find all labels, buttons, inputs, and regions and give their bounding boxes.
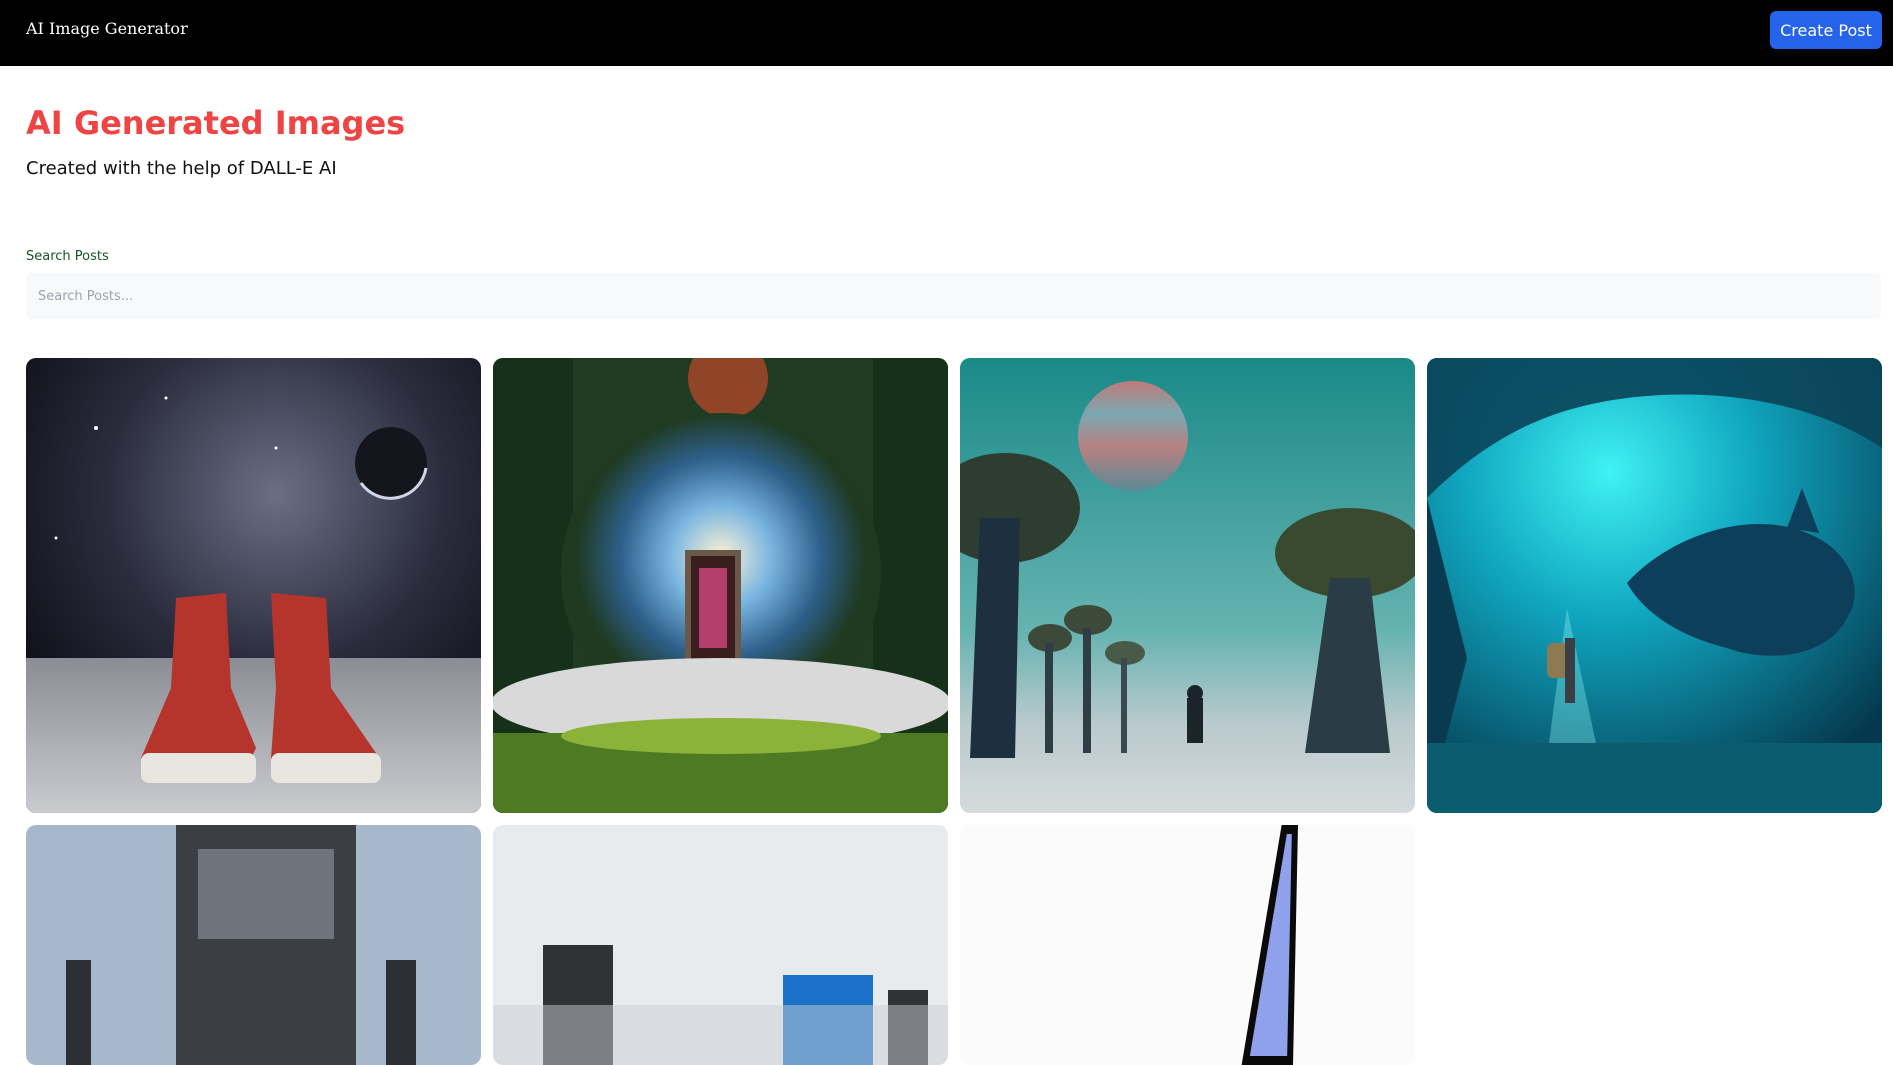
office-computer-image	[493, 825, 948, 1065]
sneakers-on-moon-image	[26, 358, 481, 813]
post-card[interactable]	[26, 358, 481, 813]
crashed-car-image	[26, 825, 481, 1065]
page-title: AI Generated Images	[26, 104, 406, 142]
post-card[interactable]	[26, 825, 481, 1065]
post-card[interactable]	[1427, 358, 1882, 813]
create-post-button[interactable]: Create Post	[1770, 11, 1882, 49]
post-card[interactable]	[493, 825, 948, 1065]
top-navbar: AI Image Generator Create Post	[0, 0, 1893, 66]
alien-trees-planet-image	[960, 358, 1415, 813]
post-card[interactable]	[960, 825, 1415, 1065]
post-card[interactable]	[493, 358, 948, 813]
post-card[interactable]	[960, 358, 1415, 813]
underwater-diver-image	[1427, 358, 1882, 813]
page-subtitle: Created with the help of DALL-E AI	[26, 158, 337, 179]
blue-crystal-image	[960, 825, 1415, 1065]
app-logo[interactable]: AI Image Generator	[26, 19, 188, 38]
search-label: Search Posts	[26, 249, 109, 264]
portal-door-image	[493, 358, 948, 813]
search-input[interactable]	[26, 273, 1881, 319]
